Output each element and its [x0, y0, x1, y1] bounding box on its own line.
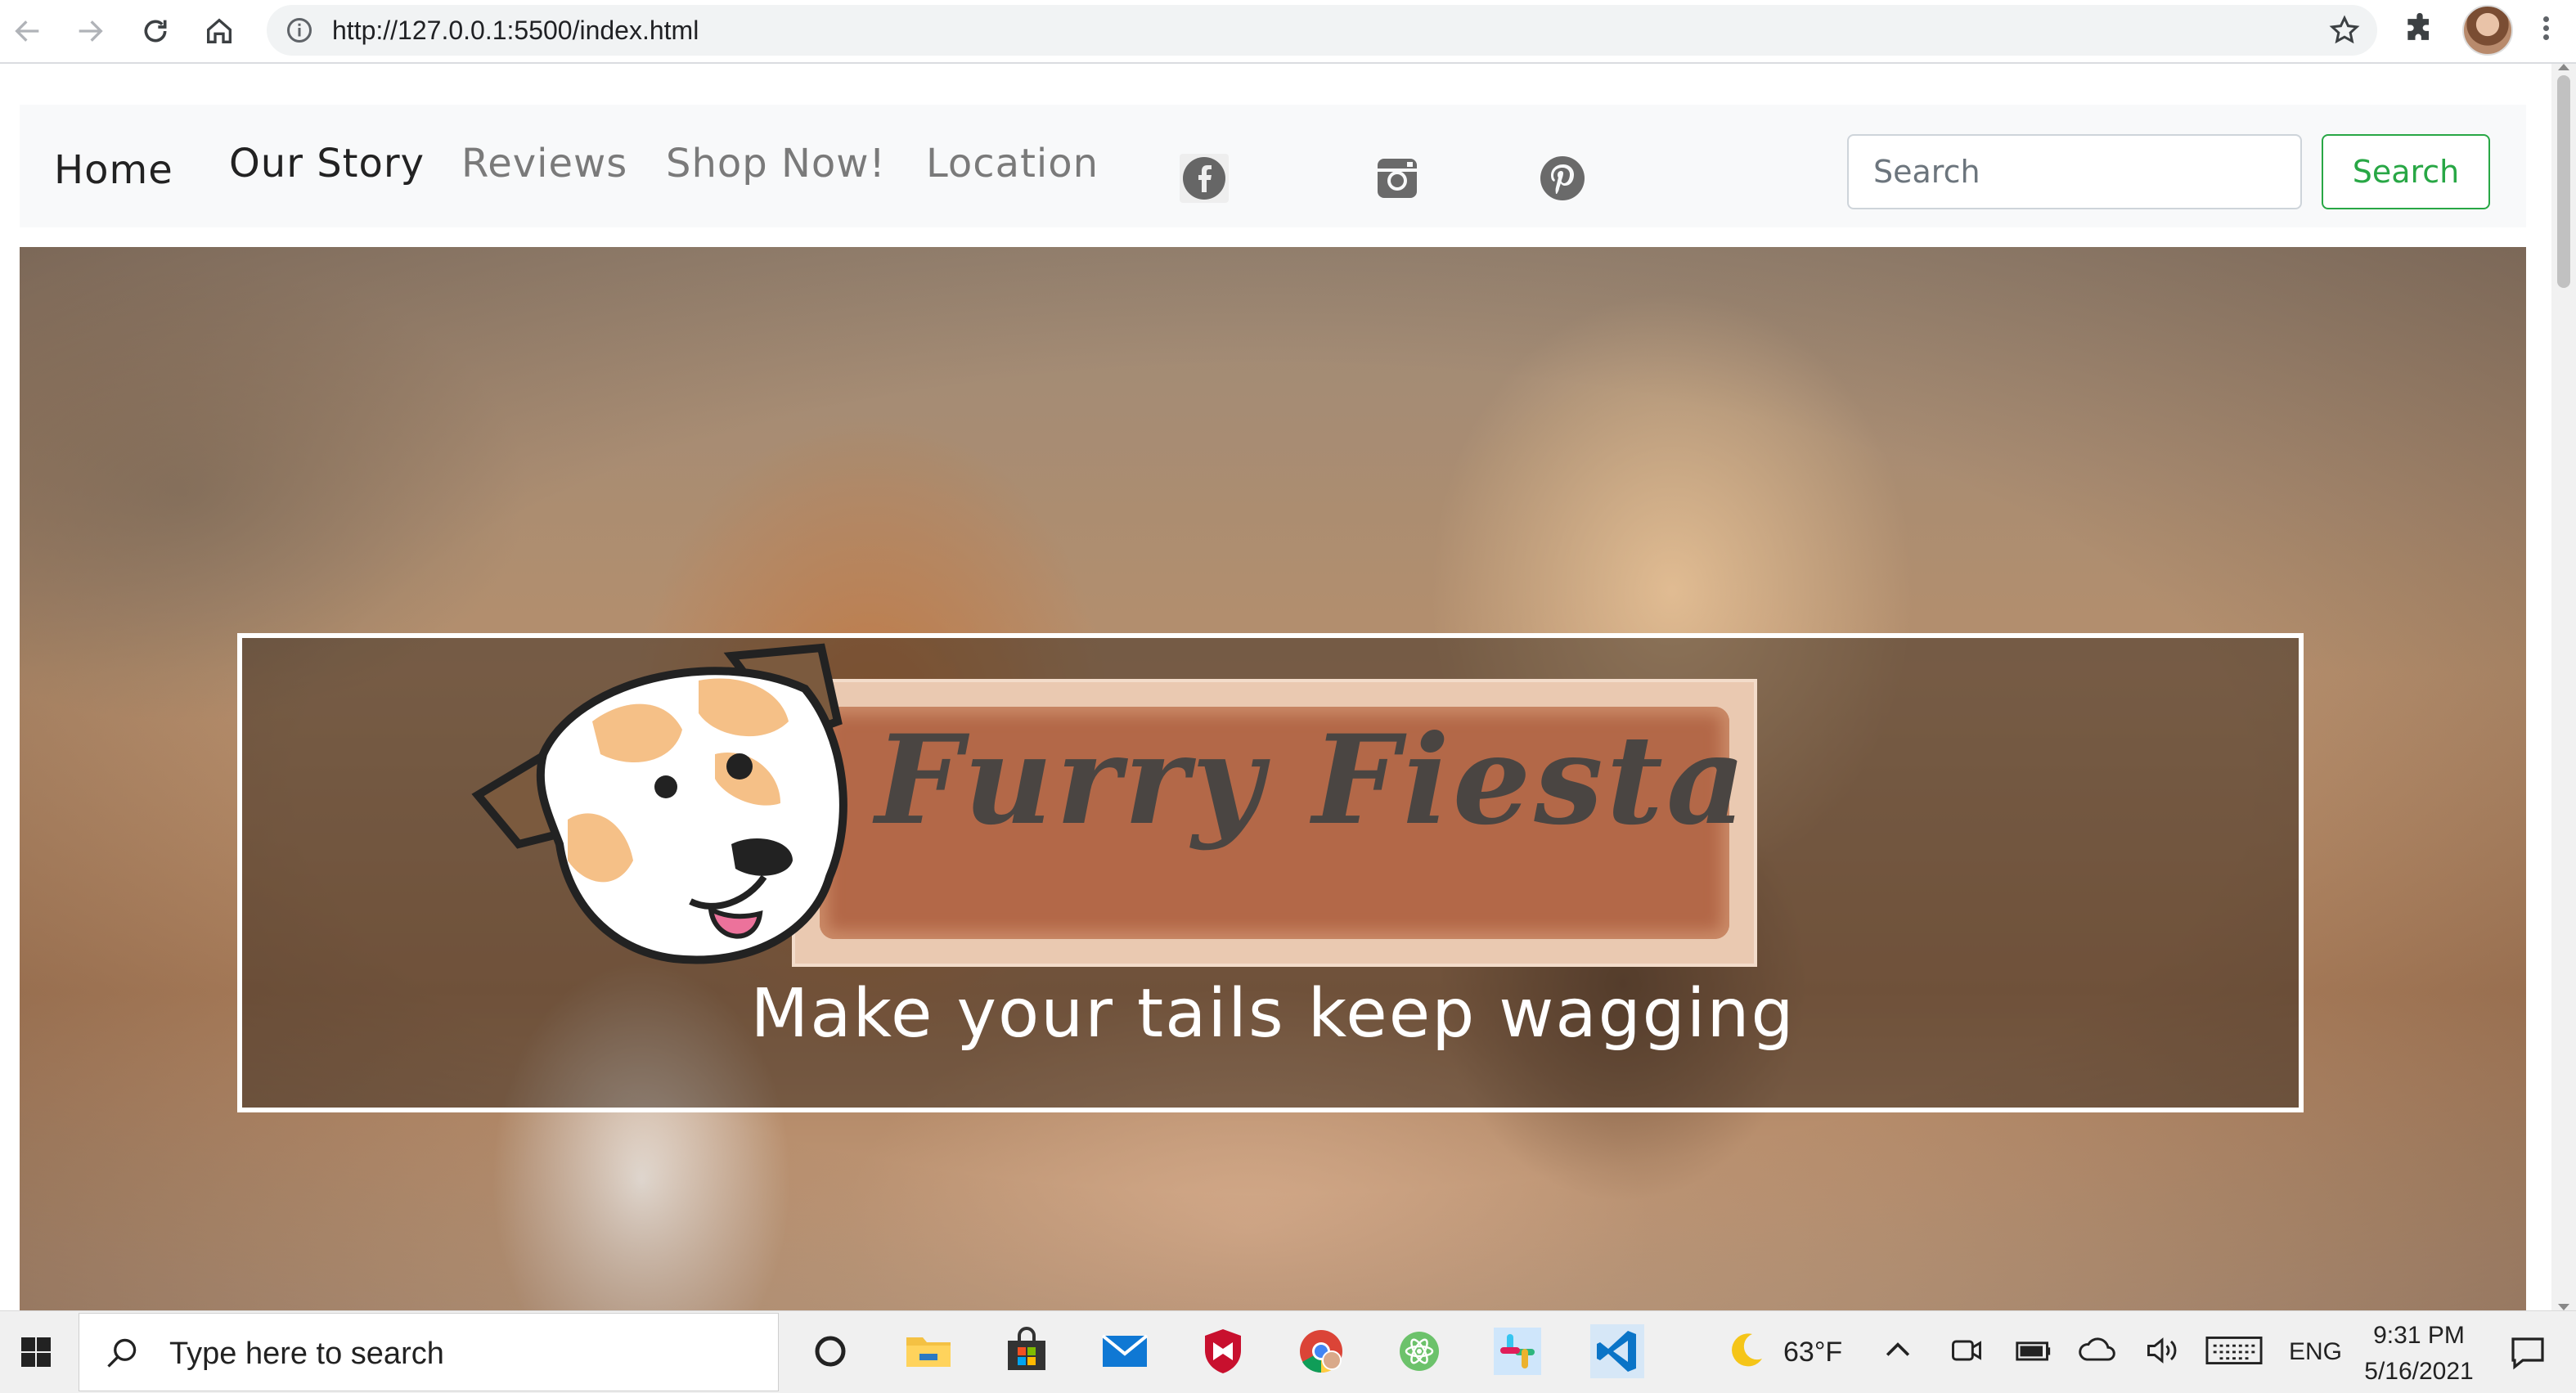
extensions-puzzle-icon[interactable]	[2402, 11, 2438, 47]
home-button[interactable]	[196, 8, 242, 54]
start-button[interactable]	[0, 1311, 72, 1393]
notifications-icon[interactable]	[2508, 1332, 2547, 1372]
chevron-up-icon[interactable]	[1880, 1332, 1916, 1368]
dog-logo-icon	[471, 643, 847, 964]
nav-link-home[interactable]: Home	[54, 147, 173, 193]
back-button[interactable]	[5, 8, 51, 54]
instagram-icon[interactable]	[1373, 154, 1422, 203]
task-view-icon[interactable]	[803, 1324, 857, 1378]
clock-time: 9:31 PM	[2373, 1322, 2465, 1349]
windows-taskbar: Type here to search 63°F ENG 9:31 PM 5/1…	[0, 1310, 2576, 1393]
vscode-icon[interactable]	[1590, 1324, 1644, 1378]
system-clock[interactable]: 9:31 PM 5/16/2021	[2349, 1318, 2488, 1390]
profile-avatar[interactable]	[2462, 5, 2513, 56]
browser-menu-button[interactable]	[2538, 13, 2554, 49]
page-scrollbar[interactable]	[2551, 64, 2576, 1310]
back-arrow-icon	[15, 20, 39, 42]
reload-icon	[144, 20, 167, 43]
windows-logo-icon	[21, 1337, 51, 1367]
taskbar-search-box[interactable]: Type here to search	[79, 1313, 779, 1391]
nav-link-reviews[interactable]: Reviews	[461, 141, 627, 186]
nav-link-location[interactable]: Location	[926, 141, 1099, 186]
store-icon[interactable]	[1000, 1324, 1054, 1378]
site-navbar: Home Our Story Reviews Shop Now! Locatio…	[20, 105, 2526, 227]
search-input[interactable]	[1847, 134, 2302, 209]
volume-icon[interactable]	[2143, 1332, 2181, 1368]
bookmark-star-icon[interactable]	[2328, 14, 2361, 47]
weather-temperature[interactable]: 63°F	[1783, 1311, 1842, 1393]
browser-toolbar: http://127.0.0.1:5500/index.html	[0, 0, 2576, 64]
reload-button[interactable]	[133, 8, 178, 54]
home-icon	[207, 18, 232, 43]
scroll-up-arrow-icon[interactable]	[2558, 64, 2569, 70]
mail-icon[interactable]	[1098, 1324, 1152, 1378]
url-text[interactable]: http://127.0.0.1:5500/index.html	[332, 15, 699, 46]
hero-banner: Furry Fiesta Make your tails keep waggin…	[20, 247, 2526, 1310]
forward-button[interactable]	[67, 8, 113, 54]
search-icon	[107, 1338, 137, 1368]
forward-arrow-icon	[79, 20, 103, 42]
address-bar[interactable]: http://127.0.0.1:5500/index.html	[267, 5, 2377, 56]
clock-date: 5/16/2021	[2364, 1358, 2474, 1385]
hero-tagline: Make your tails keep wagging	[750, 975, 1796, 1053]
mcafee-icon[interactable]	[1196, 1324, 1250, 1378]
facebook-icon[interactable]	[1180, 154, 1229, 203]
nav-link-shop-now[interactable]: Shop Now!	[666, 141, 886, 186]
scroll-down-arrow-icon[interactable]	[2558, 1304, 2569, 1310]
scrollbar-thumb[interactable]	[2557, 75, 2570, 288]
atom-icon[interactable]	[1392, 1324, 1446, 1378]
file-explorer-icon[interactable]	[901, 1324, 955, 1378]
nav-link-our-story[interactable]: Our Story	[229, 141, 425, 186]
taskbar-search-placeholder: Type here to search	[169, 1337, 444, 1371]
language-indicator[interactable]: ENG	[2289, 1311, 2342, 1393]
onedrive-icon[interactable]	[2078, 1334, 2117, 1367]
pinterest-icon[interactable]	[1538, 154, 1587, 203]
site-info-icon[interactable]	[285, 16, 314, 45]
slack-icon[interactable]	[1490, 1324, 1544, 1378]
chrome-icon[interactable]	[1294, 1324, 1348, 1378]
moon-weather-icon[interactable]	[1724, 1329, 1767, 1372]
battery-icon[interactable]	[2014, 1332, 2053, 1368]
search-button[interactable]: Search	[2322, 134, 2490, 209]
logo-title: Furry Fiesta	[875, 708, 1750, 852]
keyboard-icon[interactable]	[2205, 1334, 2263, 1367]
page-viewport: Home Our Story Reviews Shop Now! Locatio…	[0, 64, 2576, 1310]
meet-now-icon[interactable]	[1949, 1332, 1985, 1368]
